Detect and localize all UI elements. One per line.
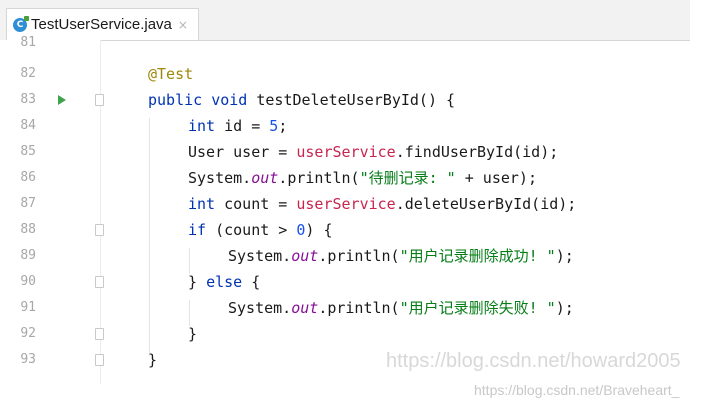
string-literal: "待删记录: " xyxy=(359,169,456,187)
keyword: else xyxy=(206,273,243,291)
code-line-87: 87 int count = userService.deleteUserByI… xyxy=(0,191,712,217)
line-number: 81 xyxy=(20,35,36,50)
code-text: if (count > 0) { xyxy=(188,217,333,243)
keyword: int xyxy=(188,195,216,213)
code-line-82: 82 @Test xyxy=(0,61,712,87)
fold-marker-icon[interactable] xyxy=(95,94,104,106)
keyword: int xyxy=(188,117,216,135)
code-line-81: 81 xyxy=(0,35,712,61)
static-field: out xyxy=(251,169,279,187)
number-literal: 5 xyxy=(269,117,279,135)
line-number: 89 xyxy=(20,248,36,263)
watermark-text: https://blog.csdn.net/Braveheart_ xyxy=(474,382,680,398)
code-text: public void testDeleteUserById() { xyxy=(148,87,455,113)
code-segment: } xyxy=(188,273,207,291)
code-line-89: 89 System.out.println("用户记录删除成功! "); xyxy=(0,243,712,269)
close-icon[interactable]: × xyxy=(178,18,188,32)
code-line-86: 86 System.out.println("待删记录: " + user); xyxy=(0,165,712,191)
code-segment: .println( xyxy=(278,169,360,187)
code-segment: .deleteUserById(id); xyxy=(395,195,577,213)
code-text: System.out.println("待删记录: " + user); xyxy=(188,165,537,191)
line-number: 92 xyxy=(20,326,36,341)
closing-brace: } xyxy=(148,351,158,369)
tab-filename: TestUserService.java xyxy=(31,16,172,33)
keyword: void xyxy=(211,91,248,109)
code-segment: System. xyxy=(228,247,292,265)
line-number: 93 xyxy=(20,352,36,367)
code-segment: { xyxy=(242,273,261,291)
code-line-85: 85 User user = userService.findUserById(… xyxy=(0,139,712,165)
code-segment: .println( xyxy=(318,247,400,265)
code-line-92: 92 } xyxy=(0,321,712,347)
line-number: 90 xyxy=(20,274,36,289)
line-number: 87 xyxy=(20,196,36,211)
code-segment: System. xyxy=(188,169,252,187)
code-segment: ; xyxy=(278,117,288,135)
fold-marker-icon[interactable] xyxy=(95,224,104,236)
line-number: 83 xyxy=(20,92,36,107)
code-line-83: 83 public void testDeleteUserById() { xyxy=(0,87,712,113)
fold-marker-icon[interactable] xyxy=(95,328,104,340)
fold-marker-icon[interactable] xyxy=(95,276,104,288)
field-reference: userService xyxy=(296,195,396,213)
annotation-test: @Test xyxy=(148,65,194,83)
closing-brace: } xyxy=(188,325,198,343)
code-line-84: 84 int id = 5; xyxy=(0,113,712,139)
code-segment: User user = xyxy=(188,143,297,161)
line-number: 84 xyxy=(20,118,36,133)
code-segment: ); xyxy=(555,247,574,265)
code-segment: ) { xyxy=(305,221,333,239)
code-text: User user = userService.findUserById(id)… xyxy=(188,139,558,165)
editor-window: C TestUserService.java × 81 82 @Test 83 … xyxy=(0,0,712,407)
line-number: 91 xyxy=(20,300,36,315)
field-reference: userService xyxy=(296,143,396,161)
static-field: out xyxy=(291,299,319,317)
code-text: int count = userService.deleteUserById(i… xyxy=(188,191,576,217)
code-segment: id = xyxy=(215,117,270,135)
code-segment: .println( xyxy=(318,299,400,317)
method-signature: testDeleteUserById() { xyxy=(247,91,456,109)
line-number: 82 xyxy=(20,66,36,81)
line-number: 85 xyxy=(20,144,36,159)
fold-marker-icon[interactable] xyxy=(95,354,104,366)
code-text: System.out.println("用户记录删除失败! "); xyxy=(228,295,574,321)
static-field: out xyxy=(291,247,319,265)
code-line-90: 90 } else { xyxy=(0,269,712,295)
code-segment: count = xyxy=(215,195,297,213)
code-segment: .findUserById(id); xyxy=(395,143,559,161)
code-segment: System. xyxy=(228,299,292,317)
line-number: 88 xyxy=(20,222,36,237)
code-segment: + user); xyxy=(455,169,537,187)
code-line-91: 91 System.out.println("用户记录删除失败! "); xyxy=(0,295,712,321)
code-segment: ); xyxy=(555,299,574,317)
code-segment: (count > xyxy=(206,221,297,239)
code-text: System.out.println("用户记录删除成功! "); xyxy=(228,243,574,269)
keyword: if xyxy=(188,221,207,239)
code-text: int id = 5; xyxy=(188,113,287,139)
line-number: 86 xyxy=(20,170,36,185)
string-literal: "用户记录删除失败! " xyxy=(399,299,556,317)
string-literal: "用户记录删除成功! " xyxy=(399,247,556,265)
run-test-icon[interactable] xyxy=(58,95,66,105)
code-text: } else { xyxy=(188,269,260,295)
keyword: public xyxy=(148,91,203,109)
watermark-text: https://blog.csdn.net/howard2005 xyxy=(386,350,681,372)
code-line-88: 88 if (count > 0) { xyxy=(0,217,712,243)
